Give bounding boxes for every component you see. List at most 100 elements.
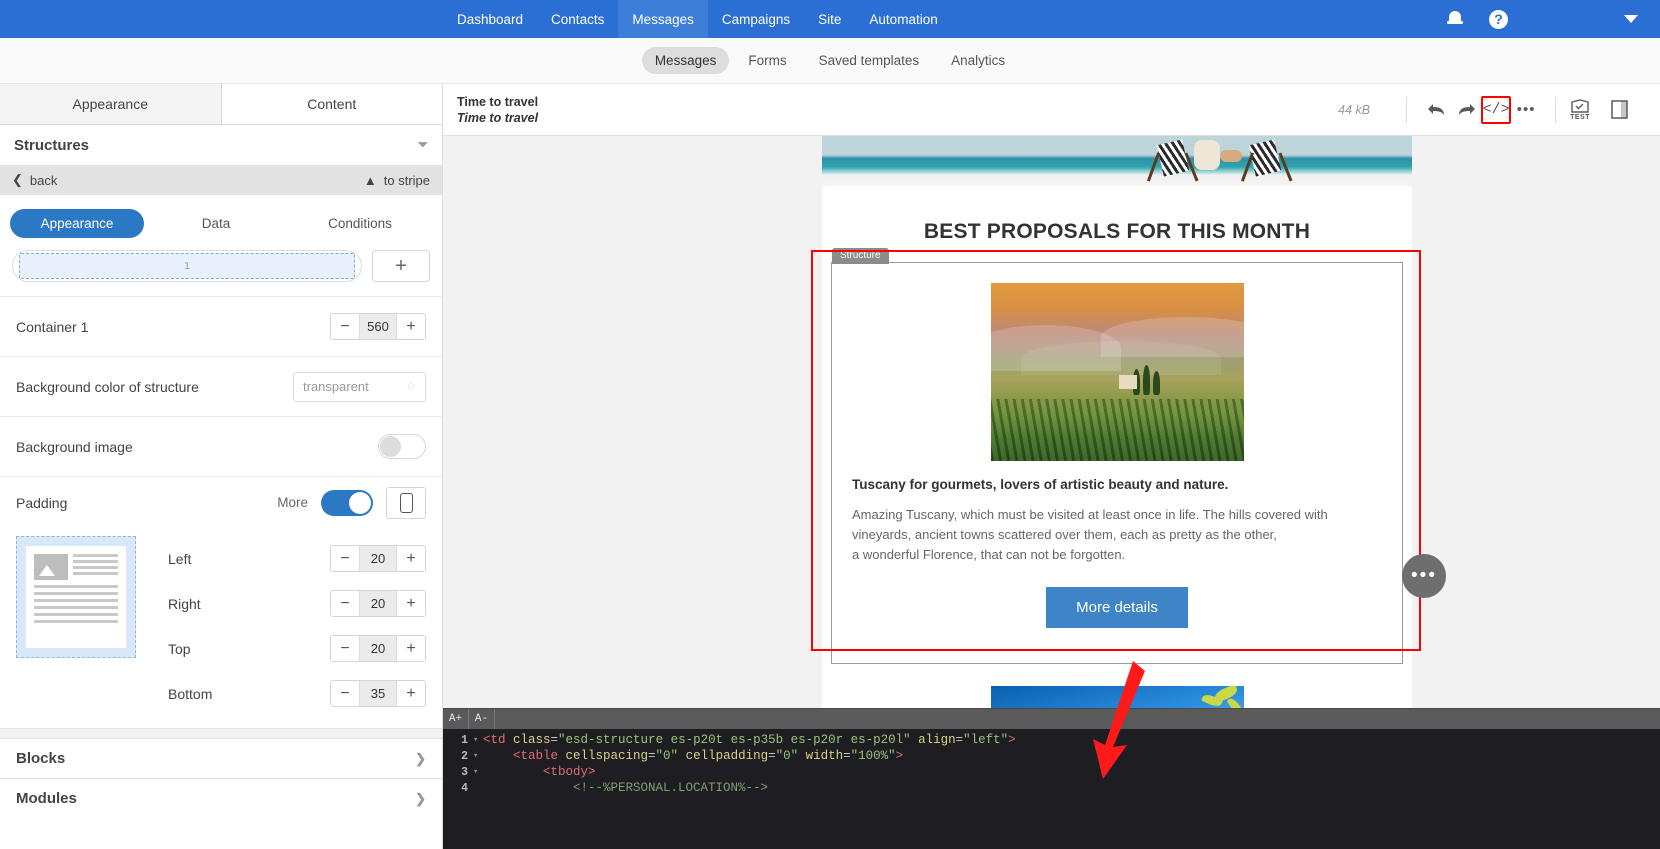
padding-right-value[interactable]: 20 [359,591,397,616]
block-title[interactable]: Tuscany for gourmets, lovers of artistic… [852,477,1382,492]
pill-data[interactable]: Data [144,209,288,238]
topnav-item-contacts[interactable]: Contacts [537,0,618,38]
padding-more-label: More [277,495,308,510]
padding-top-stepper[interactable]: −20 + [330,635,426,662]
padding-left-increment[interactable]: + [397,546,425,571]
code-view-icon[interactable]: </> [1481,95,1512,124]
undo-icon[interactable] [1421,97,1451,123]
code-token: = [768,749,776,763]
pill-appearance-label: Appearance [40,216,114,231]
structure-column-1[interactable]: 1 [19,253,355,279]
back-button[interactable]: ❮ back [12,172,57,188]
padding-right-decrement[interactable]: − [331,591,359,616]
help-icon[interactable]: ? [1489,9,1508,29]
annotation-arrow [1093,661,1145,779]
pill-appearance[interactable]: Appearance [10,209,144,238]
subnav-item-messages[interactable]: Messages [641,47,730,74]
selected-structure-wrapper: Structure ••• Tuscany for gourmets, love… [811,248,1446,664]
padding-more-toggle[interactable] [321,489,373,516]
color-picker-icon[interactable]: ♢ [406,380,416,393]
topnav-items: Dashboard Contacts Messages Campaigns Site Au… [443,0,952,38]
fold-marker-icon[interactable]: ▾ [473,751,483,761]
font-increase-button[interactable]: A+ [443,709,469,729]
email-editor-app: Dashboard Contacts Messages Campaigns Site Au… [0,0,1660,849]
topnav-spacer [952,0,1447,38]
code-line[interactable]: 2 ▾ <table cellspacing = "0" cellpadding = "0… [443,748,1660,764]
sidebar-item-modules[interactable]: Modules ❯ [0,778,442,818]
padding-top-value[interactable]: 20 [359,636,397,661]
code-line[interactable]: 3 ▾ <tbody> [443,764,1660,780]
padding-left-decrement[interactable]: − [331,546,359,571]
padding-bottom-decrement[interactable]: − [331,681,359,706]
padding-bottom-value[interactable]: 35 [359,681,397,706]
chevron-right-icon: ❯ [415,790,426,806]
padding-header-row: Padding More [0,476,442,528]
topnav-item-automation[interactable]: Automation [855,0,951,38]
padding-top-increment[interactable]: + [397,636,425,661]
code-editor-toolbar: A+ A- [443,708,1660,729]
tab-appearance[interactable]: Appearance [0,84,222,124]
topnav-item-campaigns[interactable]: Campaigns [708,0,804,38]
code-lines[interactable]: 1 ▾ <td class = "esd-structure es-p20t es-p3… [443,729,1660,849]
tab-content[interactable]: Content [221,84,442,124]
padding-top-label: Top [168,640,191,657]
breadcrumb-bar: ❮ back ▲ to stripe [0,165,442,195]
padding-bottom-stepper[interactable]: −35 + [330,680,426,707]
redo-icon[interactable] [1451,97,1481,123]
code-line[interactable]: 1 ▾ <td class = "esd-structure es-p20t es-p3… [443,732,1660,748]
beach-banner-image[interactable] [822,136,1412,186]
code-line[interactable]: 4 <!--%PERSONAL.LOCATION%--> [443,780,1660,796]
topnav-item-dashboard[interactable]: Dashboard [443,0,537,38]
topnav-item-messages[interactable]: Messages [618,0,708,38]
fold-marker-icon[interactable]: ▾ [473,767,483,777]
padding-bottom-increment[interactable]: + [397,681,425,706]
pill-conditions[interactable]: Conditions [288,209,432,238]
line-number: 3 [461,765,468,779]
padding-left-value[interactable]: 20 [359,546,397,571]
container-width-value[interactable]: 560 [359,314,397,339]
subnav-item-forms[interactable]: Forms [735,47,799,74]
container-width-stepper[interactable]: − 560 + [330,313,426,340]
to-stripe-button[interactable]: ▲ to stripe [364,173,430,188]
fold-marker-icon[interactable]: ▾ [473,735,483,745]
more-details-button[interactable]: More details [1046,587,1188,628]
notifications-bell-icon[interactable] [1447,10,1463,28]
background-color-field[interactable]: transparent ♢ [293,371,426,402]
mobile-padding-button[interactable] [386,486,426,519]
more-options-icon[interactable]: ••• [1511,97,1541,123]
subnav-item-saved-templates[interactable]: Saved templates [806,47,933,74]
structure-layout-box[interactable]: 1 [12,250,362,282]
chevron-down-icon[interactable]: ⏷ [418,137,428,153]
structures-section-header[interactable]: Structures ⏷ [0,125,442,165]
tab-content-label: Content [307,95,357,112]
container-decrement-button[interactable]: − [331,314,359,339]
padding-left-stepper[interactable]: −20 + [330,545,426,572]
container-label: Container 1 [16,318,89,335]
add-column-button[interactable]: + [372,250,430,282]
topnav-item-site[interactable]: Site [804,0,855,38]
structure-content-box[interactable]: Tuscany for gourmets, lovers of artistic… [831,262,1403,664]
font-decrease-button[interactable]: A- [469,709,495,729]
structures-title: Structures [14,136,90,154]
background-image-toggle[interactable] [378,434,426,459]
padding-top-decrement[interactable]: − [331,636,359,661]
code-token: = [843,749,851,763]
structure-pill-tabs: Appearance Data Conditions [0,195,442,246]
code-token: cellspacing [565,749,649,763]
structure-context-menu-icon[interactable]: ••• [1402,554,1446,598]
padding-right-stepper[interactable]: −20 + [330,590,426,617]
padding-right-increment[interactable]: + [397,591,425,616]
sidebar-item-blocks[interactable]: Blocks ❯ [0,738,442,778]
modules-label: Modules [16,790,77,807]
mobile-phone-icon [399,492,413,513]
preview-layout-icon[interactable] [1604,97,1634,123]
send-test-icon[interactable]: TEST [1570,98,1590,121]
account-chevron-down-icon[interactable] [1624,15,1638,23]
container-increment-button[interactable]: + [397,314,425,339]
subnav-item-analytics[interactable]: Analytics [938,47,1018,74]
code-token: "100%" [850,749,896,763]
background-color-label: Background color of structure [16,378,199,395]
structure-badge[interactable]: Structure [832,248,889,264]
tuscany-landscape-image[interactable] [990,283,1244,461]
block-paragraph[interactable]: Amazing Tuscany, which must be visited a… [852,505,1382,565]
